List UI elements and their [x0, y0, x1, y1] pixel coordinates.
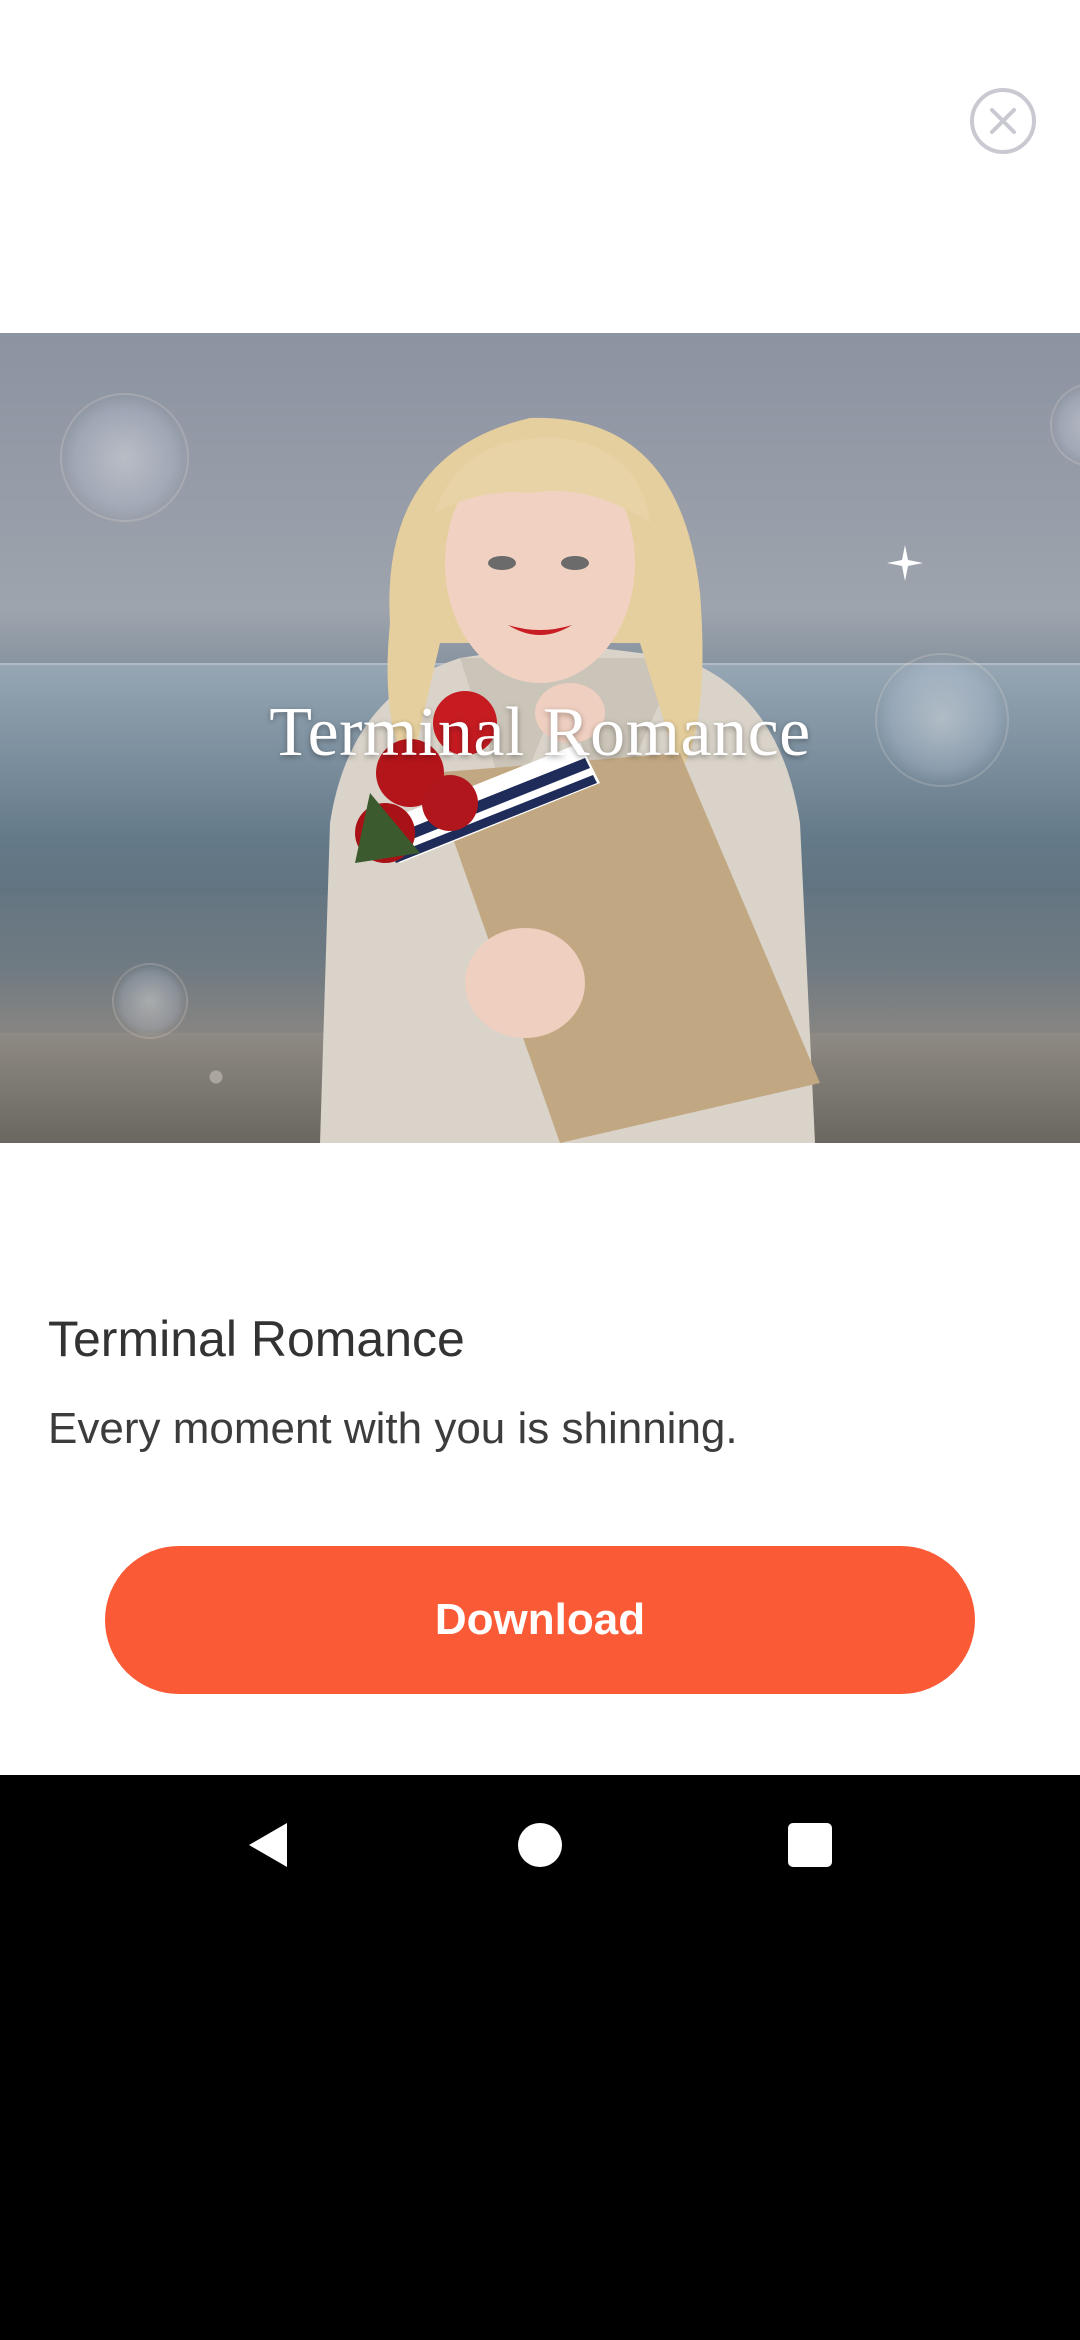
- app-area: Terminal Romance Terminal Romance Every …: [0, 0, 1080, 1775]
- content-subtitle: Every moment with you is shinning.: [48, 1404, 738, 1453]
- system-nav-bar: [0, 1775, 1080, 1920]
- lens-flare-orb: [1050, 383, 1080, 467]
- recents-square-icon: [788, 1823, 832, 1867]
- recents-button[interactable]: [780, 1815, 840, 1875]
- download-button[interactable]: Download: [105, 1546, 975, 1694]
- lens-flare-orb: [60, 393, 189, 522]
- screen: Terminal Romance Terminal Romance Every …: [0, 0, 1080, 2340]
- home-button[interactable]: [510, 1815, 570, 1875]
- lens-flare-orb: [112, 963, 188, 1039]
- home-circle-icon: [518, 1823, 562, 1867]
- banner-title: Terminal Romance: [269, 694, 811, 771]
- back-triangle-icon: [249, 1823, 287, 1867]
- content-title: Terminal Romance: [48, 1311, 465, 1367]
- close-button[interactable]: [970, 88, 1036, 154]
- close-icon: [990, 108, 1016, 134]
- back-button[interactable]: [238, 1815, 298, 1875]
- sparkle-icon: [887, 545, 923, 581]
